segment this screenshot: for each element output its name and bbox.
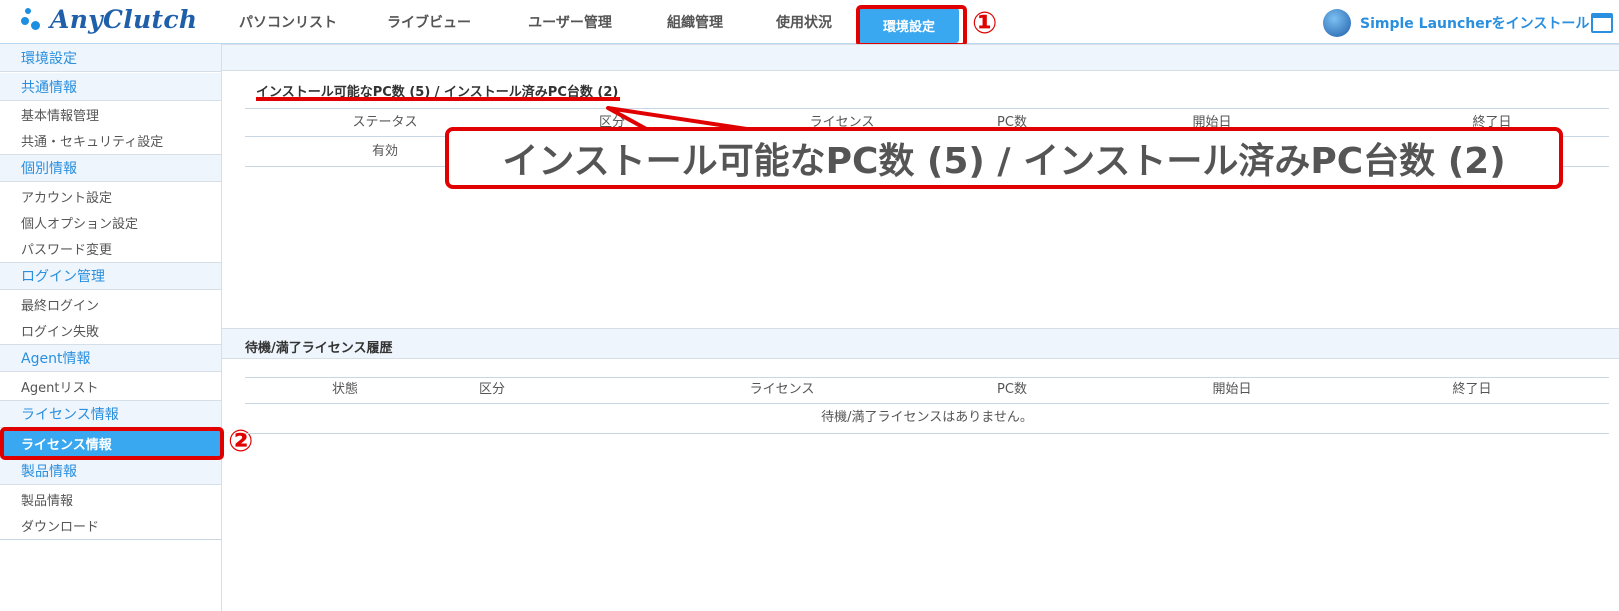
- callout-license-count: インストール可能なPC数 (5) / インストール済みPC台数 (2): [445, 127, 1563, 189]
- callout-pointer: [606, 106, 762, 133]
